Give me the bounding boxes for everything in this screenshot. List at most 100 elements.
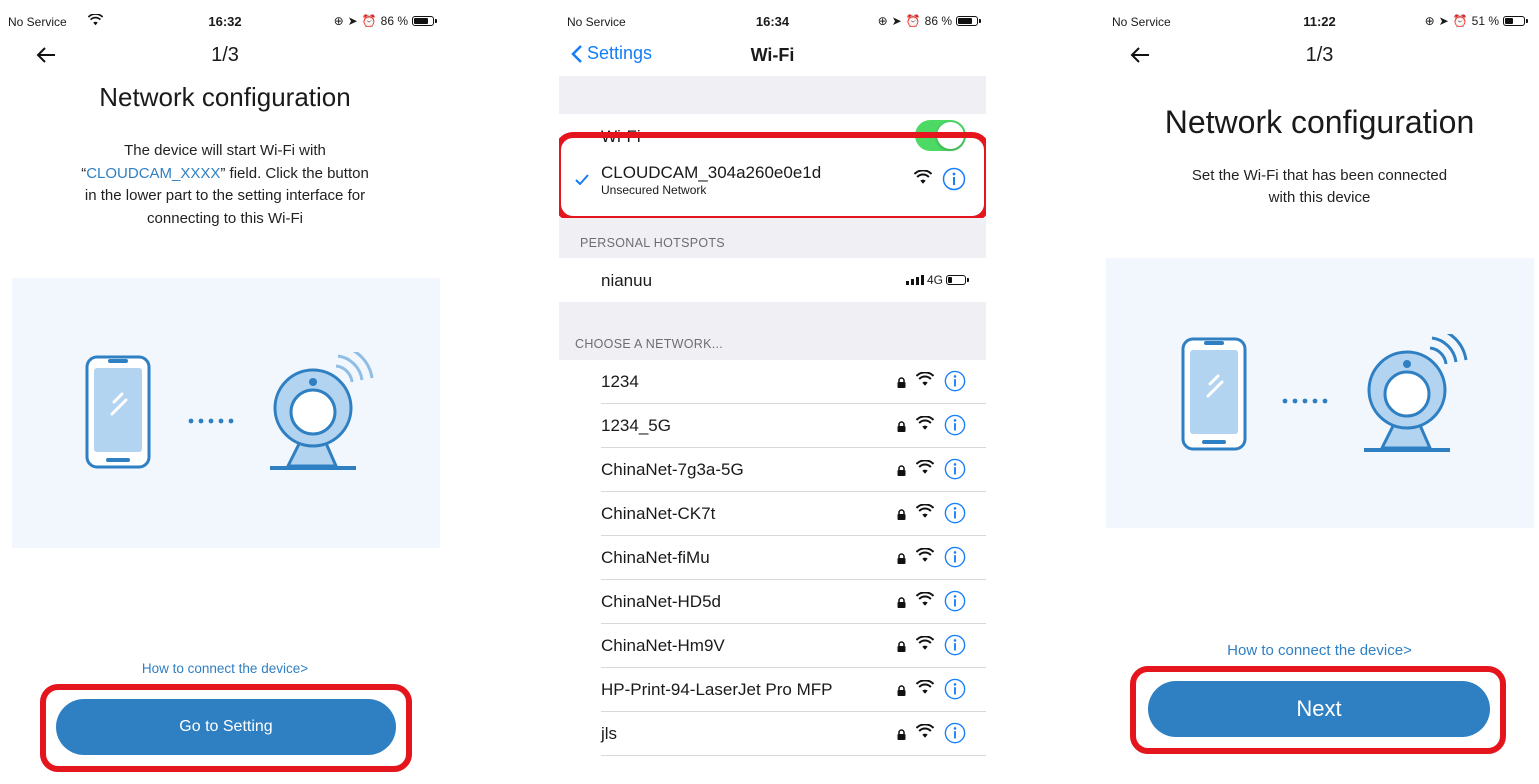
middle-screen: No Service 16:34 ⊕ ➤ ⏰ 86 % Settings Wi-… [559,0,986,784]
lock-icon [897,507,906,520]
network-name: ChinaNet-HD5d [601,592,721,611]
dots-icon [188,418,234,424]
network-row[interactable]: ChinaNet-CK7t [559,492,986,536]
illustration [1106,258,1534,528]
section-gap-top [559,76,986,114]
network-name: 1234 [601,372,639,391]
help-link[interactable]: How to connect the device> [0,661,450,676]
network-row[interactable]: 1234_5G [559,404,986,448]
wifi-signal-icon [915,635,935,652]
network-name: ChinaNet-CK7t [601,504,716,523]
ssid-highlight: CLOUDCAM_XXXX [86,164,221,182]
wifi-signal-icon [915,415,935,432]
info-icon[interactable] [944,678,966,700]
network-type: 4G [926,273,943,287]
info-icon[interactable] [944,414,966,436]
step-indicator: 1/3 [211,44,239,66]
wifi-signal-icon [915,371,935,388]
instruction-line-2: with this device [1268,189,1371,206]
network-name: HP-Print-94-LaserJet Pro MFP [601,680,833,699]
alarm-icon: ⏰ [905,14,921,28]
page-title: Network configuration [1164,104,1475,140]
wifi-signal-icon [915,503,935,520]
rotation-lock-icon: ⊕ [333,14,344,28]
hotspot-row[interactable]: nianuu 4G [559,258,986,302]
lock-icon [897,727,906,740]
battery-percent: 86 % [924,14,952,28]
network-row[interactable]: ChinaNet-fiMu [559,536,986,580]
network-name: jls [601,724,618,743]
battery-icon [412,16,437,26]
wifi-signal-icon [915,591,935,608]
network-row[interactable]: jls [559,712,986,756]
page-title: Network configuration [99,82,351,112]
hotspots-header: PERSONAL HOTSPOTS [580,236,725,250]
info-icon[interactable] [944,370,966,392]
lock-icon [897,463,906,476]
status-right: ⊕ ➤ ⏰ 86 % [333,14,437,28]
info-icon[interactable] [944,502,966,524]
wifi-signal-icon [915,459,935,476]
network-list: 1234 1234_5G ChinaNet-7g3a-5G ChinaNet-CK7t… [559,360,986,784]
lock-icon [897,683,906,696]
right-screen: No Service 11:22 ⊕ ➤ ⏰ 51 % 1/3 Network … [1100,0,1539,784]
network-row[interactable]: HP-Print-94-LaserJet Pro MFP [559,668,986,712]
go-to-setting-button[interactable]: Go to Setting [56,699,396,755]
step-indicator: 1/3 [1305,44,1334,66]
info-icon[interactable] [944,590,966,612]
hotspot-name: nianuu [601,271,653,290]
lock-icon [897,595,906,608]
hotspot-status: 4G [905,273,969,287]
alarm-icon: ⏰ [361,14,377,28]
phone-icon [1181,337,1247,451]
next-button[interactable]: Next [1148,681,1490,737]
network-row[interactable]: 1234 [559,360,986,404]
alarm-icon: ⏰ [1452,14,1468,28]
hotspot-battery-icon [946,275,969,285]
network-row[interactable]: ChinaNet-HD5d [559,580,986,624]
location-icon: ➤ [347,14,358,28]
instruction-after-ssid: ” field. Click the button [220,164,369,182]
row-separator [601,755,986,756]
lock-icon [897,419,906,432]
network-name: ChinaNet-7g3a-5G [601,460,744,479]
rotation-lock-icon: ⊕ [1424,14,1435,28]
info-icon[interactable] [944,546,966,568]
instruction-line-4: connecting to this Wi-Fi [147,209,303,227]
section-gap-networks [559,302,986,360]
wifi-signal-icon [915,547,935,564]
camera-icon [1364,334,1468,452]
status-bar: No Service 16:32 ⊕ ➤ ⏰ 86 % [0,14,450,30]
network-row[interactable]: ChinaNet-Hm9V [559,624,986,668]
battery-percent: 86 % [380,14,408,28]
info-icon[interactable] [944,458,966,480]
status-right: ⊕ ➤ ⏰ 86 % [877,14,981,28]
dots-icon [1282,398,1328,404]
status-right: ⊕ ➤ ⏰ 51 % [1424,14,1528,28]
help-link[interactable]: How to connect the device> [1100,642,1539,659]
location-icon: ➤ [1438,14,1449,28]
choose-network-header: CHOOSE A NETWORK... [575,337,724,351]
wifi-signal-icon [915,723,935,740]
battery-icon [1503,16,1528,26]
status-bar: No Service 11:22 ⊕ ➤ ⏰ 51 % [1100,14,1539,30]
left-screen: No Service 16:32 ⊕ ➤ ⏰ 86 % 1/3 Network … [0,0,450,784]
instruction-line-1: Set the Wi-Fi that has been connected [1191,167,1448,184]
lock-icon [897,639,906,652]
info-icon[interactable] [944,634,966,656]
highlight-frame [559,132,986,222]
battery-icon [956,16,981,26]
network-name: ChinaNet-Hm9V [601,636,725,655]
network-row[interactable]: ChinaNet-7g3a-5G [559,448,986,492]
network-name: ChinaNet-fiMu [601,548,710,567]
cellular-signal-icon [905,275,924,285]
lock-icon [897,375,906,388]
instruction-text: The device will start Wi-Fi with “CLOUDC… [0,140,450,230]
info-icon[interactable] [944,722,966,744]
page-title: Wi-Fi [750,45,795,65]
instruction-line-3: in the lower part to the setting interfa… [84,187,366,204]
location-icon: ➤ [891,14,902,28]
rotation-lock-icon: ⊕ [877,14,888,28]
lock-icon [897,551,906,564]
battery-percent: 51 % [1471,14,1499,28]
